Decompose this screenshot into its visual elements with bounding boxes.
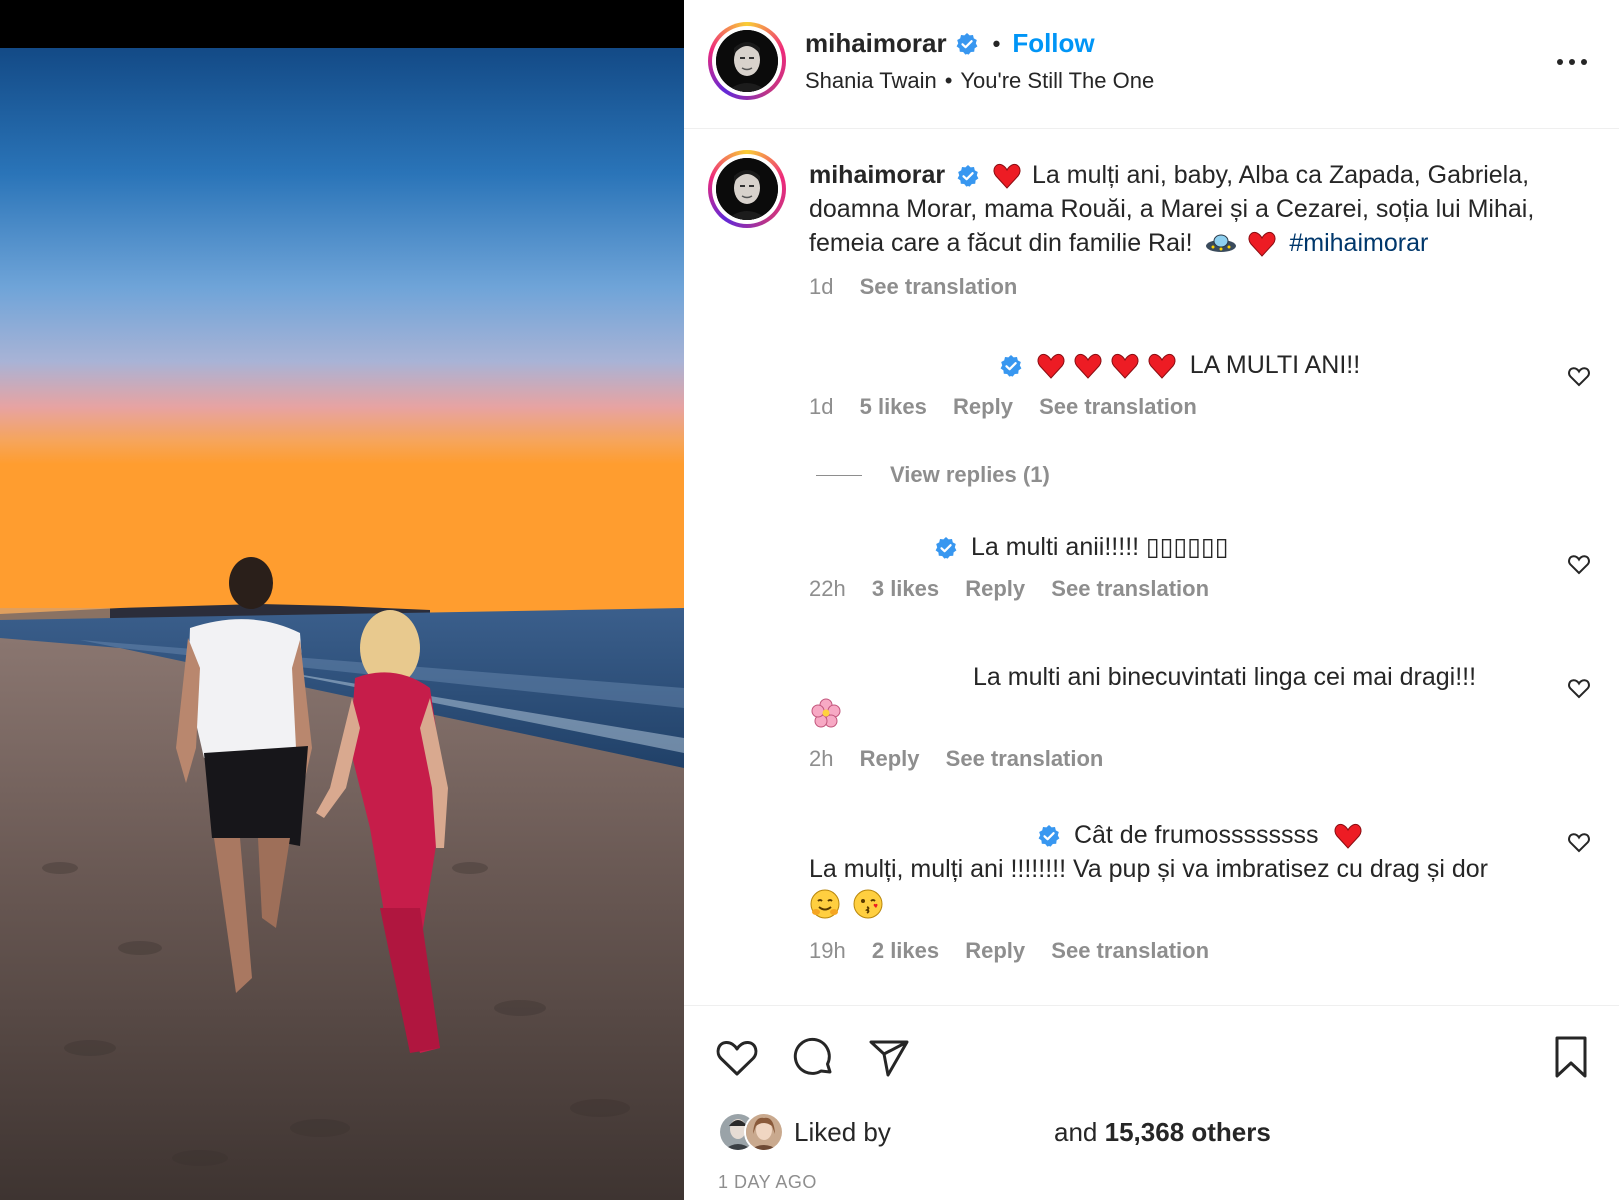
caption-username[interactable]: mihaimorar <box>809 161 945 189</box>
like-heart-icon[interactable] <box>714 1034 760 1080</box>
comment-1-reply[interactable]: Reply <box>953 394 1013 419</box>
comment-2-body: La multi anii!!!!! ▯▯▯▯▯▯ <box>970 533 1229 561</box>
comment-2-text: La multi anii!!!!! ▯▯▯▯▯▯ <box>809 530 1549 564</box>
comment-3-text: La multi ani binecuvintati linga cei mai… <box>809 660 1609 694</box>
comment-1-likes[interactable]: 5 likes <box>860 394 927 419</box>
comment-3-like-icon[interactable] <box>1567 676 1591 700</box>
music-artist: Shania Twain <box>805 68 937 93</box>
red-heart-emoji-icon <box>1036 353 1066 380</box>
comment-1-like-icon[interactable] <box>1567 364 1591 388</box>
more-options-icon[interactable] <box>1555 50 1589 74</box>
caption-text: mihaimorar La mulți ani, baby, Alba ca Z… <box>809 158 1579 260</box>
comment-4-line1: Cât de frumossssssss <box>809 818 1609 852</box>
music-separator: • <box>944 68 953 93</box>
post-panel: mihaimorar • Follow Shania Twain • You're … <box>684 0 1619 1200</box>
hugging-face-emoji-icon <box>809 888 841 920</box>
follow-button[interactable]: Follow <box>1012 28 1094 59</box>
comment-3-time[interactable]: 2h <box>809 746 833 771</box>
caption-time[interactable]: 1d <box>809 274 833 299</box>
red-heart-emoji-icon <box>993 163 1021 190</box>
verified-badge-icon <box>956 164 980 188</box>
share-paper-plane-icon[interactable] <box>866 1034 912 1080</box>
liker-avatar <box>744 1112 784 1152</box>
view-replies-label: View replies (1) <box>890 462 1050 487</box>
comment-2-likes[interactable]: 3 likes <box>872 576 939 601</box>
comment-4-reply[interactable]: Reply <box>965 938 1025 963</box>
post-media[interactable] <box>0 0 684 1200</box>
cherry-blossom-emoji-icon <box>811 698 841 728</box>
post-header: mihaimorar • Follow Shania Twain • You're … <box>684 0 1619 129</box>
red-heart-emoji-icon <box>1110 353 1140 380</box>
comment-bubble-icon[interactable] <box>790 1034 836 1080</box>
header-dot: • <box>992 30 1001 56</box>
actions-divider <box>684 1005 1619 1006</box>
ufo-emoji-icon <box>1205 231 1237 257</box>
music-track: You're Still The One <box>960 68 1155 93</box>
comment-4-text: Cât de frumossssssss La mulți, mulți ani… <box>809 818 1609 920</box>
verified-badge-icon <box>1037 824 1061 848</box>
comment-4-meta: 19h 2 likes Reply See translation <box>809 938 1229 964</box>
comment-2-meta: 22h 3 likes Reply See translation <box>809 576 1229 602</box>
comment-1-body: LA MULTI ANI!! <box>1189 351 1361 379</box>
author-username[interactable]: mihaimorar <box>805 28 947 59</box>
comment-4-time[interactable]: 19h <box>809 938 846 963</box>
view-replies-button[interactable]: View replies (1) <box>816 462 1050 488</box>
verified-badge-icon <box>999 354 1023 378</box>
comment-4-body-line1: Cât de frumossssssss <box>1073 821 1319 849</box>
comment-3-reply[interactable]: Reply <box>860 746 920 771</box>
comment-3-body: La multi ani binecuvintati linga cei mai… <box>973 663 1477 691</box>
comment-2-reply[interactable]: Reply <box>965 576 1025 601</box>
likes-count[interactable]: and 15,368 others <box>1054 1112 1271 1152</box>
hashtag-link[interactable]: #mihaimorar <box>1289 229 1428 257</box>
bookmark-icon[interactable] <box>1551 1034 1591 1080</box>
comment-2-time[interactable]: 22h <box>809 576 846 601</box>
comment-3-see-translation[interactable]: See translation <box>946 746 1104 771</box>
comment-4-body-line2: La mulți, mulți ani !!!!!!!! Va pup și v… <box>809 855 1488 883</box>
beach-photo <box>0 48 684 1200</box>
comment-1-time[interactable]: 1d <box>809 394 833 419</box>
red-heart-emoji-icon <box>1073 353 1103 380</box>
audio-attribution[interactable]: Shania Twain • You're Still The One <box>805 68 1154 94</box>
comment-2-see-translation[interactable]: See translation <box>1051 576 1209 601</box>
post-timestamp[interactable]: 1 DAY AGO <box>718 1172 817 1193</box>
comment-4-like-icon[interactable] <box>1567 830 1591 854</box>
liked-by-label: Liked by <box>794 1116 891 1147</box>
verified-badge-icon <box>934 536 958 560</box>
comment-1-see-translation[interactable]: See translation <box>1039 394 1197 419</box>
comment-1-text: LA MULTI ANI!! <box>809 348 1549 382</box>
caption-meta: 1d See translation <box>809 274 1037 300</box>
likes-count-value: 15,368 others <box>1104 1117 1271 1147</box>
comment-4-emojis <box>809 886 1609 920</box>
author-avatar[interactable] <box>708 22 786 100</box>
replies-line <box>816 474 862 476</box>
red-heart-emoji-icon <box>1248 231 1276 258</box>
comment-3-meta: 2h Reply See translation <box>809 746 1123 772</box>
verified-badge-icon <box>955 32 979 56</box>
likes-and: and <box>1054 1117 1098 1147</box>
liked-by-avatars[interactable] <box>718 1112 784 1152</box>
comment-1-meta: 1d 5 likes Reply See translation <box>809 394 1217 420</box>
comment-4-likes[interactable]: 2 likes <box>872 938 939 963</box>
kissing-face-emoji-icon <box>852 888 884 920</box>
caption-see-translation[interactable]: See translation <box>860 274 1018 299</box>
likes-summary: Liked by and 15,368 others <box>718 1112 1271 1152</box>
red-heart-emoji-icon <box>1147 353 1177 380</box>
red-heart-emoji-icon <box>1333 823 1363 850</box>
comment-4-see-translation[interactable]: See translation <box>1051 938 1209 963</box>
caption-avatar[interactable] <box>708 150 786 228</box>
comment-2-like-icon[interactable] <box>1567 552 1591 576</box>
